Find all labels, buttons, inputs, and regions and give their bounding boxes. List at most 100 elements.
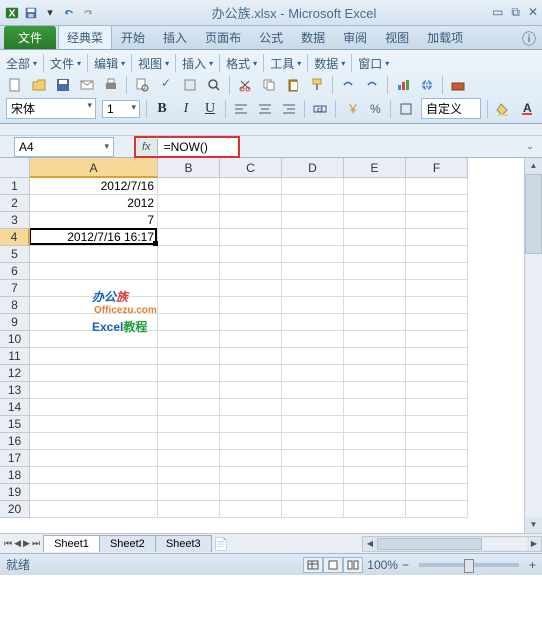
cell-E13[interactable] (344, 382, 406, 399)
col-header-B[interactable]: B (158, 158, 220, 178)
cell-C19[interactable] (220, 484, 282, 501)
zoom-out-icon[interactable]: − (402, 558, 409, 572)
cell-E11[interactable] (344, 348, 406, 365)
nav-first-icon[interactable]: ⏮ (4, 538, 12, 549)
cell-F3[interactable] (406, 212, 468, 229)
align-center-icon[interactable] (256, 100, 274, 118)
cell-A13[interactable] (30, 382, 158, 399)
scroll-left-icon[interactable]: ◀ (363, 539, 377, 548)
cell-D12[interactable] (282, 365, 344, 382)
cell-F7[interactable] (406, 280, 468, 297)
cell-A19[interactable] (30, 484, 158, 501)
cell-C7[interactable] (220, 280, 282, 297)
formula-input[interactable]: =NOW() (158, 138, 238, 156)
cell-E3[interactable] (344, 212, 406, 229)
cell-F12[interactable] (406, 365, 468, 382)
cell-E12[interactable] (344, 365, 406, 382)
copy-icon[interactable] (260, 76, 278, 94)
cell-F1[interactable] (406, 178, 468, 195)
font-selector[interactable]: 宋体 (6, 98, 96, 119)
row-header-19[interactable]: 19 (0, 484, 30, 501)
nav-prev-icon[interactable]: ◀ (14, 538, 21, 549)
menu-edit[interactable]: 编辑 (94, 55, 125, 72)
maximize-icon[interactable]: ⧉ (511, 5, 520, 20)
cell-C10[interactable] (220, 331, 282, 348)
excel-icon[interactable]: X (4, 5, 20, 21)
cell-B16[interactable] (158, 433, 220, 450)
cell-B20[interactable] (158, 501, 220, 518)
menu-data[interactable]: 数据 (314, 55, 345, 72)
cell-D7[interactable] (282, 280, 344, 297)
cell-D18[interactable] (282, 467, 344, 484)
page-layout-view-icon[interactable] (323, 557, 343, 573)
nav-next-icon[interactable]: ▶ (23, 538, 30, 549)
cell-A16[interactable] (30, 433, 158, 450)
cell-A6[interactable] (30, 263, 158, 280)
cell-E15[interactable] (344, 416, 406, 433)
cell-E18[interactable] (344, 467, 406, 484)
menu-format[interactable]: 格式 (226, 55, 257, 72)
cell-B12[interactable] (158, 365, 220, 382)
menu-file[interactable]: 文件 (50, 55, 81, 72)
cell-C8[interactable] (220, 297, 282, 314)
cell-B4[interactable] (158, 229, 220, 246)
row-header-10[interactable]: 10 (0, 331, 30, 348)
redo2-icon[interactable] (363, 76, 381, 94)
spell-icon[interactable]: ✓ (157, 76, 175, 94)
custom-format[interactable]: 自定义 (421, 98, 481, 119)
underline-button[interactable]: U (201, 101, 219, 117)
cell-A20[interactable] (30, 501, 158, 518)
cell-E1[interactable] (344, 178, 406, 195)
zoom-level[interactable]: 100% (367, 558, 398, 572)
undo-icon[interactable] (61, 5, 77, 21)
cell-C12[interactable] (220, 365, 282, 382)
row-header-17[interactable]: 17 (0, 450, 30, 467)
cell-D10[interactable] (282, 331, 344, 348)
cell-B13[interactable] (158, 382, 220, 399)
toolbox-icon[interactable] (449, 76, 467, 94)
row-header-2[interactable]: 2 (0, 195, 30, 212)
cell-B19[interactable] (158, 484, 220, 501)
cell-D4[interactable] (282, 229, 344, 246)
cell-B1[interactable] (158, 178, 220, 195)
sheet-tab-3[interactable]: Sheet3 (155, 535, 212, 552)
align-left-icon[interactable] (232, 100, 250, 118)
row-header-7[interactable]: 7 (0, 280, 30, 297)
scroll-down-icon[interactable]: ▼ (525, 517, 542, 533)
cell-C6[interactable] (220, 263, 282, 280)
col-header-D[interactable]: D (282, 158, 344, 178)
cell-A2[interactable]: 2012 (30, 195, 158, 212)
tab-formula[interactable]: 公式 (250, 25, 292, 49)
cell-A14[interactable] (30, 399, 158, 416)
save2-icon[interactable] (54, 76, 72, 94)
tab-data[interactable]: 数据 (292, 25, 334, 49)
nav-last-icon[interactable]: ⏭ (32, 538, 40, 549)
cell-E9[interactable] (344, 314, 406, 331)
cell-A4[interactable]: 2012/7/16 16:17 (30, 229, 158, 246)
cell-A18[interactable] (30, 467, 158, 484)
cell-F19[interactable] (406, 484, 468, 501)
tab-review[interactable]: 审阅 (334, 25, 376, 49)
cell-F20[interactable] (406, 501, 468, 518)
col-header-A[interactable]: A (30, 158, 158, 178)
cell-C14[interactable] (220, 399, 282, 416)
tab-start[interactable]: 开始 (112, 25, 154, 49)
open-icon[interactable] (30, 76, 48, 94)
normal-view-icon[interactable] (303, 557, 323, 573)
redo-icon[interactable] (80, 5, 96, 21)
expand-formula-icon[interactable]: ⌄ (522, 141, 538, 152)
cell-F6[interactable] (406, 263, 468, 280)
preview-icon[interactable] (133, 76, 151, 94)
horizontal-scrollbar[interactable]: ◀ ▶ (362, 536, 542, 552)
cell-B15[interactable] (158, 416, 220, 433)
cell-D15[interactable] (282, 416, 344, 433)
col-header-C[interactable]: C (220, 158, 282, 178)
cell-B11[interactable] (158, 348, 220, 365)
cell-E20[interactable] (344, 501, 406, 518)
cell-C11[interactable] (220, 348, 282, 365)
row-header-1[interactable]: 1 (0, 178, 30, 195)
menu-view[interactable]: 视图 (138, 55, 169, 72)
cell-A11[interactable] (30, 348, 158, 365)
name-box[interactable]: A4 (14, 137, 114, 157)
font-color-icon[interactable]: A (518, 100, 536, 118)
